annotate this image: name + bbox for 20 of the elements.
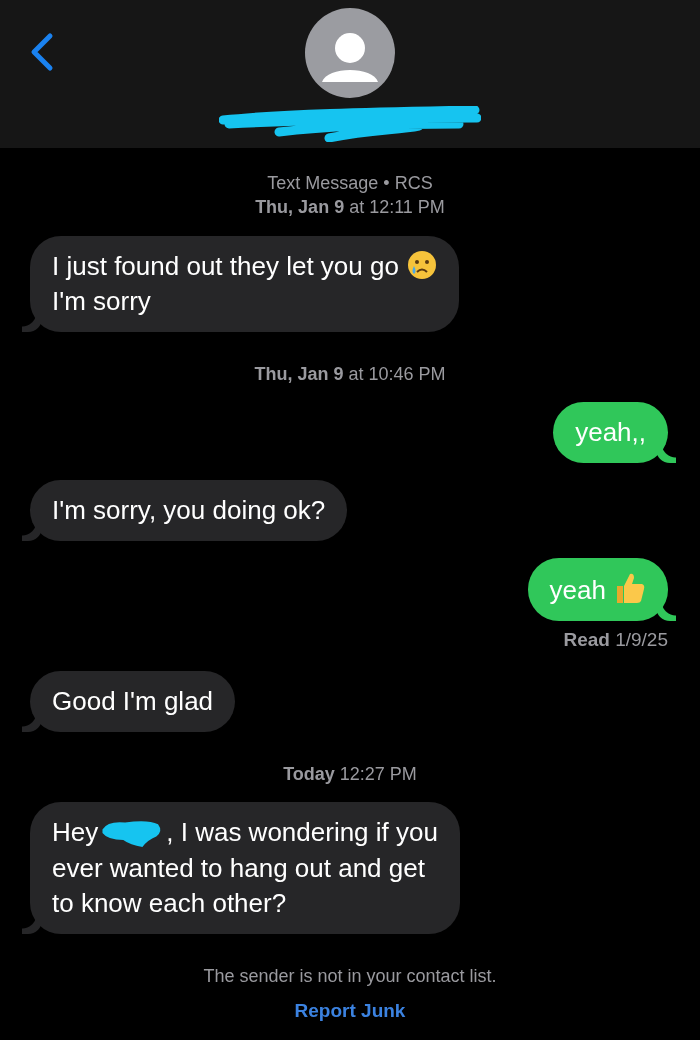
report-junk-link[interactable]: Report Junk: [290, 998, 410, 1024]
message-text: I'm sorry, you doing ok?: [52, 495, 326, 525]
timestamp: Thu, Jan 9 at 10:46 PM: [253, 363, 447, 386]
message-text: Good I'm glad: [52, 686, 214, 716]
timestamp: Today 12:27 PM: [282, 763, 418, 786]
read-receipt: Read 1/9/25: [563, 629, 668, 650]
message-text: to know each other?: [52, 888, 287, 918]
avatar-icon[interactable]: [305, 8, 395, 98]
message-text: , I was wondering if you: [166, 817, 438, 847]
message-text: yeah,,: [575, 417, 646, 447]
message-text: ever wanted to hang out and get: [52, 853, 425, 883]
message-text: Hey: [52, 817, 99, 847]
timestamp: Thu, Jan 9 at 12:11 PM: [254, 196, 446, 219]
message-text: I'm sorry: [52, 286, 151, 316]
service-label: Text Message • RCS: [266, 172, 434, 195]
thumbs-up-icon: [614, 571, 646, 605]
crying-face-icon: [406, 250, 437, 280]
message-text: I just found out they let you go: [52, 251, 399, 281]
message-text: yeah: [549, 575, 606, 605]
notice-text: The sender is not in your contact list.: [202, 965, 498, 988]
